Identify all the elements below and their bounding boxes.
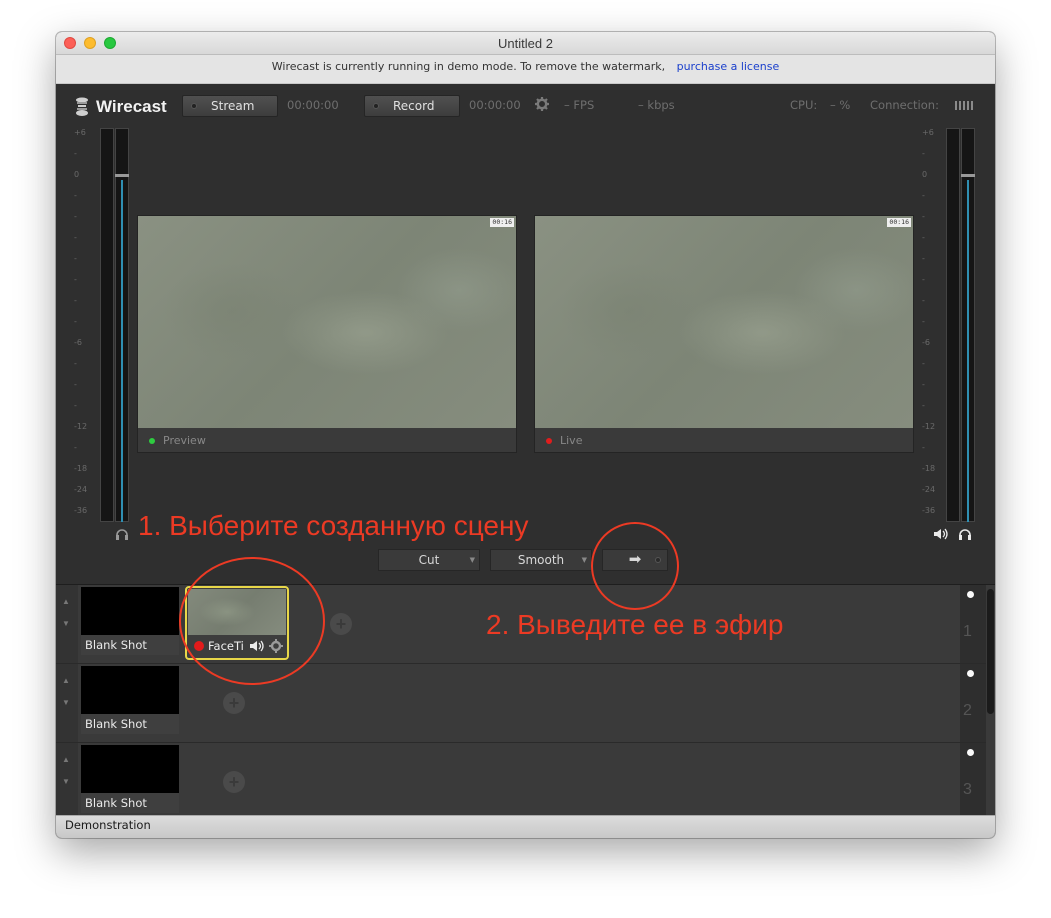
main-panel: Wirecast Stream 00:00:00 Record 00:00:00…: [56, 84, 995, 584]
live-record-icon: [194, 641, 204, 651]
shot-name: Blank Shot: [81, 793, 179, 813]
layer-down-icon[interactable]: ▼: [62, 698, 70, 707]
left-meter-level: [121, 180, 123, 522]
shot-thumbnail: [81, 587, 179, 635]
preview-timecode: 00:16: [490, 218, 514, 227]
facetime-thumbnail: [188, 589, 286, 635]
settings-gear-icon[interactable]: [535, 97, 549, 111]
status-bar: Demonstration: [56, 815, 995, 838]
live-monitor[interactable]: 00:16 Live: [534, 215, 914, 453]
preview-video: 00:16: [138, 216, 516, 428]
facetime-shot-bar: FaceTi: [188, 636, 286, 656]
right-audio-meter: +6 - 0 - - - - - - - -6 - - - -12 - -18 …: [922, 128, 982, 528]
layer-down-icon[interactable]: ▼: [62, 619, 70, 628]
go-status-icon: [655, 557, 661, 563]
cut-label: Cut: [418, 553, 440, 567]
connection-bars-icon: [955, 101, 973, 110]
layer-up-icon[interactable]: ▲: [62, 597, 70, 606]
live-label: Live: [560, 434, 583, 447]
annotation-step-1: 1. Выберите созданную сцену: [138, 510, 529, 541]
connection-label: Connection:: [870, 98, 939, 112]
title-bar: Untitled 2: [56, 32, 995, 55]
smooth-dropdown-icon: ▼: [581, 556, 587, 564]
shot-thumbnail: [81, 666, 179, 714]
record-label: Record: [393, 99, 435, 113]
scrollbar-knob[interactable]: [987, 589, 994, 714]
layer-2-number: 2: [960, 664, 986, 742]
shot-name: Blank Shot: [81, 635, 179, 655]
go-button[interactable]: ➡: [602, 549, 668, 571]
app-name: Wirecast: [96, 97, 167, 116]
preview-status-dot: [149, 438, 155, 444]
layer-3: ▲ ▼ Blank Shot + 3: [56, 743, 986, 822]
add-shot-button[interactable]: +: [223, 692, 245, 714]
cut-dropdown-icon: ▼: [469, 556, 475, 564]
stream-time: 00:00:00: [287, 98, 339, 112]
window-title: Untitled 2: [498, 36, 553, 51]
left-volume-fader[interactable]: [115, 174, 129, 177]
layer-up-icon[interactable]: ▲: [62, 676, 70, 685]
blank-shot[interactable]: Blank Shot: [81, 666, 179, 734]
shot-thumbnail: [81, 745, 179, 793]
speaker-icon[interactable]: [933, 528, 949, 540]
live-status-dot: [546, 438, 552, 444]
layer-3-controls: ▲ ▼: [56, 743, 78, 821]
shot-name: Blank Shot: [81, 714, 179, 734]
layer-2-visibility-indicator[interactable]: [967, 670, 974, 677]
left-meter-channel-1: [100, 128, 114, 522]
live-video: 00:16: [535, 216, 913, 428]
purchase-license-link[interactable]: purchase a license: [677, 60, 780, 73]
record-time: 00:00:00: [469, 98, 521, 112]
record-button[interactable]: Record: [364, 95, 460, 117]
stream-status-icon: [191, 103, 197, 109]
demo-banner-text: Wirecast is currently running in demo mo…: [271, 60, 666, 73]
layer-3-visibility-indicator[interactable]: [967, 749, 974, 756]
kbps-readout: – kbps: [638, 98, 675, 112]
facetime-shot[interactable]: FaceTi: [185, 586, 289, 660]
fps-readout: – FPS: [564, 98, 595, 112]
layer-1-number: 1: [960, 585, 986, 663]
add-shot-button[interactable]: +: [330, 613, 352, 635]
add-shot-button[interactable]: +: [223, 771, 245, 793]
preview-label: Preview: [163, 434, 206, 447]
blank-shot[interactable]: Blank Shot: [81, 745, 179, 813]
left-audio-meter: +6 - 0 - - - - - - - -6 - - - -12 - -18 …: [74, 128, 134, 528]
right-meter-channel-1: [946, 128, 960, 522]
layers-scrollbar[interactable]: [986, 585, 995, 816]
preview-monitor[interactable]: 00:16 Preview: [137, 215, 517, 453]
layer-1-controls: ▲ ▼: [56, 585, 78, 663]
wirecast-logo-icon: [76, 97, 88, 116]
smooth-transition-select[interactable]: Smooth ▼: [490, 549, 592, 571]
go-arrow-icon: ➡: [628, 550, 642, 568]
stream-label: Stream: [211, 99, 255, 113]
record-status-icon: [373, 103, 379, 109]
layer-3-number: 3: [960, 743, 986, 821]
right-headphones-icon[interactable]: [958, 528, 972, 540]
wirecast-logo: Wirecast: [74, 96, 167, 118]
right-volume-fader[interactable]: [961, 174, 975, 177]
right-meter-level: [967, 180, 969, 522]
smooth-label: Smooth: [517, 553, 565, 567]
demo-banner: Wirecast is currently running in demo mo…: [56, 55, 995, 84]
cpu-label: CPU:: [790, 98, 818, 112]
cut-transition-select[interactable]: Cut ▼: [378, 549, 480, 571]
facetime-shot-name: FaceTi: [208, 639, 244, 653]
cpu-value: – %: [830, 98, 851, 112]
blank-shot[interactable]: Blank Shot: [81, 587, 179, 655]
shot-audio-icon[interactable]: [249, 640, 265, 652]
shot-settings-gear-icon[interactable]: [269, 639, 283, 653]
app-window: Untitled 2 Wirecast is currently running…: [56, 32, 995, 838]
layer-1-visibility-indicator[interactable]: [967, 591, 974, 598]
layer-2-controls: ▲ ▼: [56, 664, 78, 742]
layer-down-icon[interactable]: ▼: [62, 777, 70, 786]
layer-up-icon[interactable]: ▲: [62, 755, 70, 764]
stream-button[interactable]: Stream: [182, 95, 278, 117]
annotation-step-2: 2. Выведите ее в эфир: [486, 609, 784, 640]
live-timecode: 00:16: [887, 218, 911, 227]
layer-2: ▲ ▼ Blank Shot + 2: [56, 664, 986, 743]
left-headphones-icon[interactable]: [115, 528, 129, 540]
